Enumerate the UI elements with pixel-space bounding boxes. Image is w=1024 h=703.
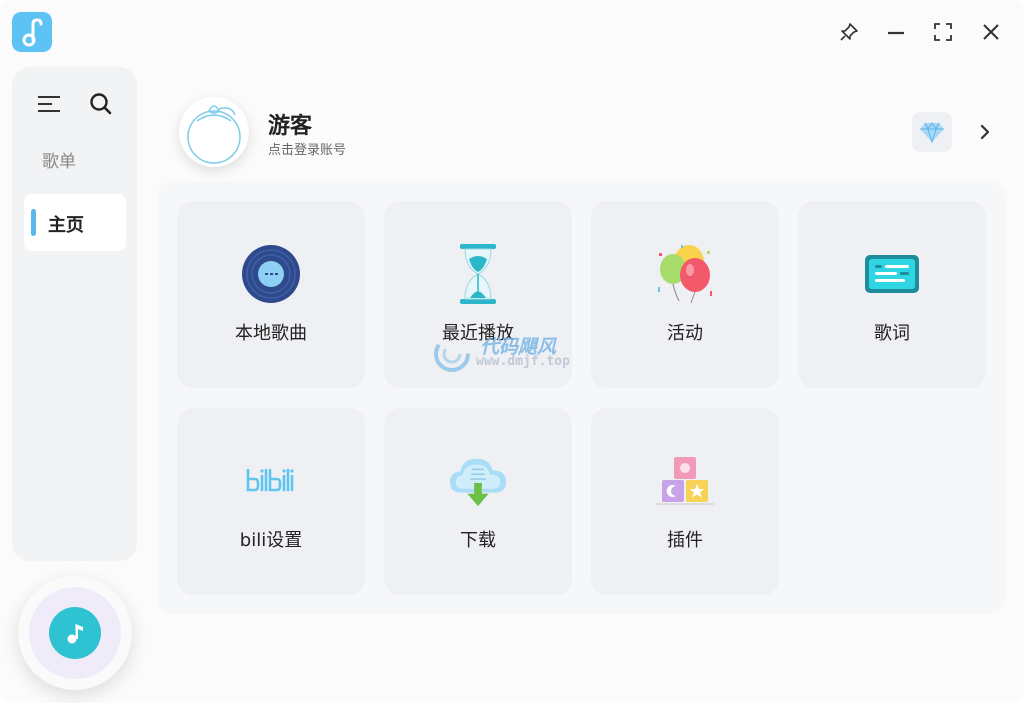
disc-core	[49, 607, 101, 659]
avatar-image-icon	[187, 105, 241, 164]
pin-button[interactable]	[835, 18, 863, 46]
sidebar-item-label: 主页	[48, 215, 84, 236]
music-note-icon	[67, 624, 83, 644]
tile-lyrics[interactable]: 歌词	[798, 201, 986, 388]
watermark-url: www.dmjf.top	[476, 354, 570, 369]
app-logo	[12, 12, 52, 52]
vinyl-record-icon	[241, 243, 301, 305]
search-icon	[90, 93, 112, 115]
pin-icon	[840, 23, 858, 41]
vip-button[interactable]	[912, 112, 952, 152]
watermark-logo-icon	[434, 336, 470, 372]
user-name[interactable]: 游客	[268, 108, 312, 140]
music-note-icon	[22, 18, 43, 47]
app-window: 歌单 主页 游客 点击登录账号 本地歌曲 最近播放 活动 歌词 bili设置 下…	[0, 0, 1024, 703]
diamond-icon	[920, 122, 944, 143]
feature-panel: 本地歌曲 最近播放 活动 歌词 bili设置 下载 插件	[157, 181, 1005, 614]
plugin-blocks-icon	[655, 450, 715, 512]
minimize-icon	[888, 31, 904, 35]
close-button[interactable]	[977, 18, 1005, 46]
login-prompt[interactable]: 点击登录账号	[268, 139, 346, 158]
tile-local-songs[interactable]: 本地歌曲	[177, 201, 365, 388]
tile-label: 本地歌曲	[235, 323, 307, 344]
hourglass-icon	[448, 243, 508, 305]
search-button[interactable]	[88, 91, 114, 117]
balloons-icon	[655, 243, 715, 305]
disc-ring	[29, 587, 121, 679]
profile-arrow-button[interactable]	[974, 120, 996, 144]
tile-label: 下载	[460, 530, 496, 551]
lyrics-card-icon	[862, 243, 922, 305]
minimize-button[interactable]	[882, 18, 910, 46]
menu-button[interactable]	[35, 92, 63, 116]
close-icon	[983, 24, 999, 40]
playlist-section-label: 歌单	[42, 152, 76, 172]
tile-label: bili设置	[239, 530, 303, 551]
tile-download[interactable]: 下载	[384, 408, 572, 595]
tile-label: 歌词	[874, 323, 910, 344]
tile-bili-settings[interactable]: bili设置	[177, 408, 365, 595]
chevron-right-icon	[980, 124, 990, 140]
tile-plugins[interactable]: 插件	[591, 408, 779, 595]
sidebar: 歌单 主页	[12, 67, 137, 561]
tile-label: 插件	[667, 530, 703, 551]
cloud-download-icon	[448, 450, 508, 512]
now-playing-disc[interactable]	[18, 576, 132, 690]
active-indicator	[31, 209, 36, 236]
bilibili-logo-icon	[241, 450, 301, 512]
tile-activity[interactable]: 活动	[591, 201, 779, 388]
tile-label: 活动	[667, 323, 703, 344]
watermark: 代码飓风 www.dmjf.top	[432, 332, 597, 376]
sidebar-item-home[interactable]: 主页	[24, 194, 126, 251]
avatar[interactable]	[179, 97, 249, 167]
menu-icon	[38, 96, 60, 112]
maximize-button[interactable]	[929, 18, 957, 46]
maximize-icon	[934, 23, 952, 41]
